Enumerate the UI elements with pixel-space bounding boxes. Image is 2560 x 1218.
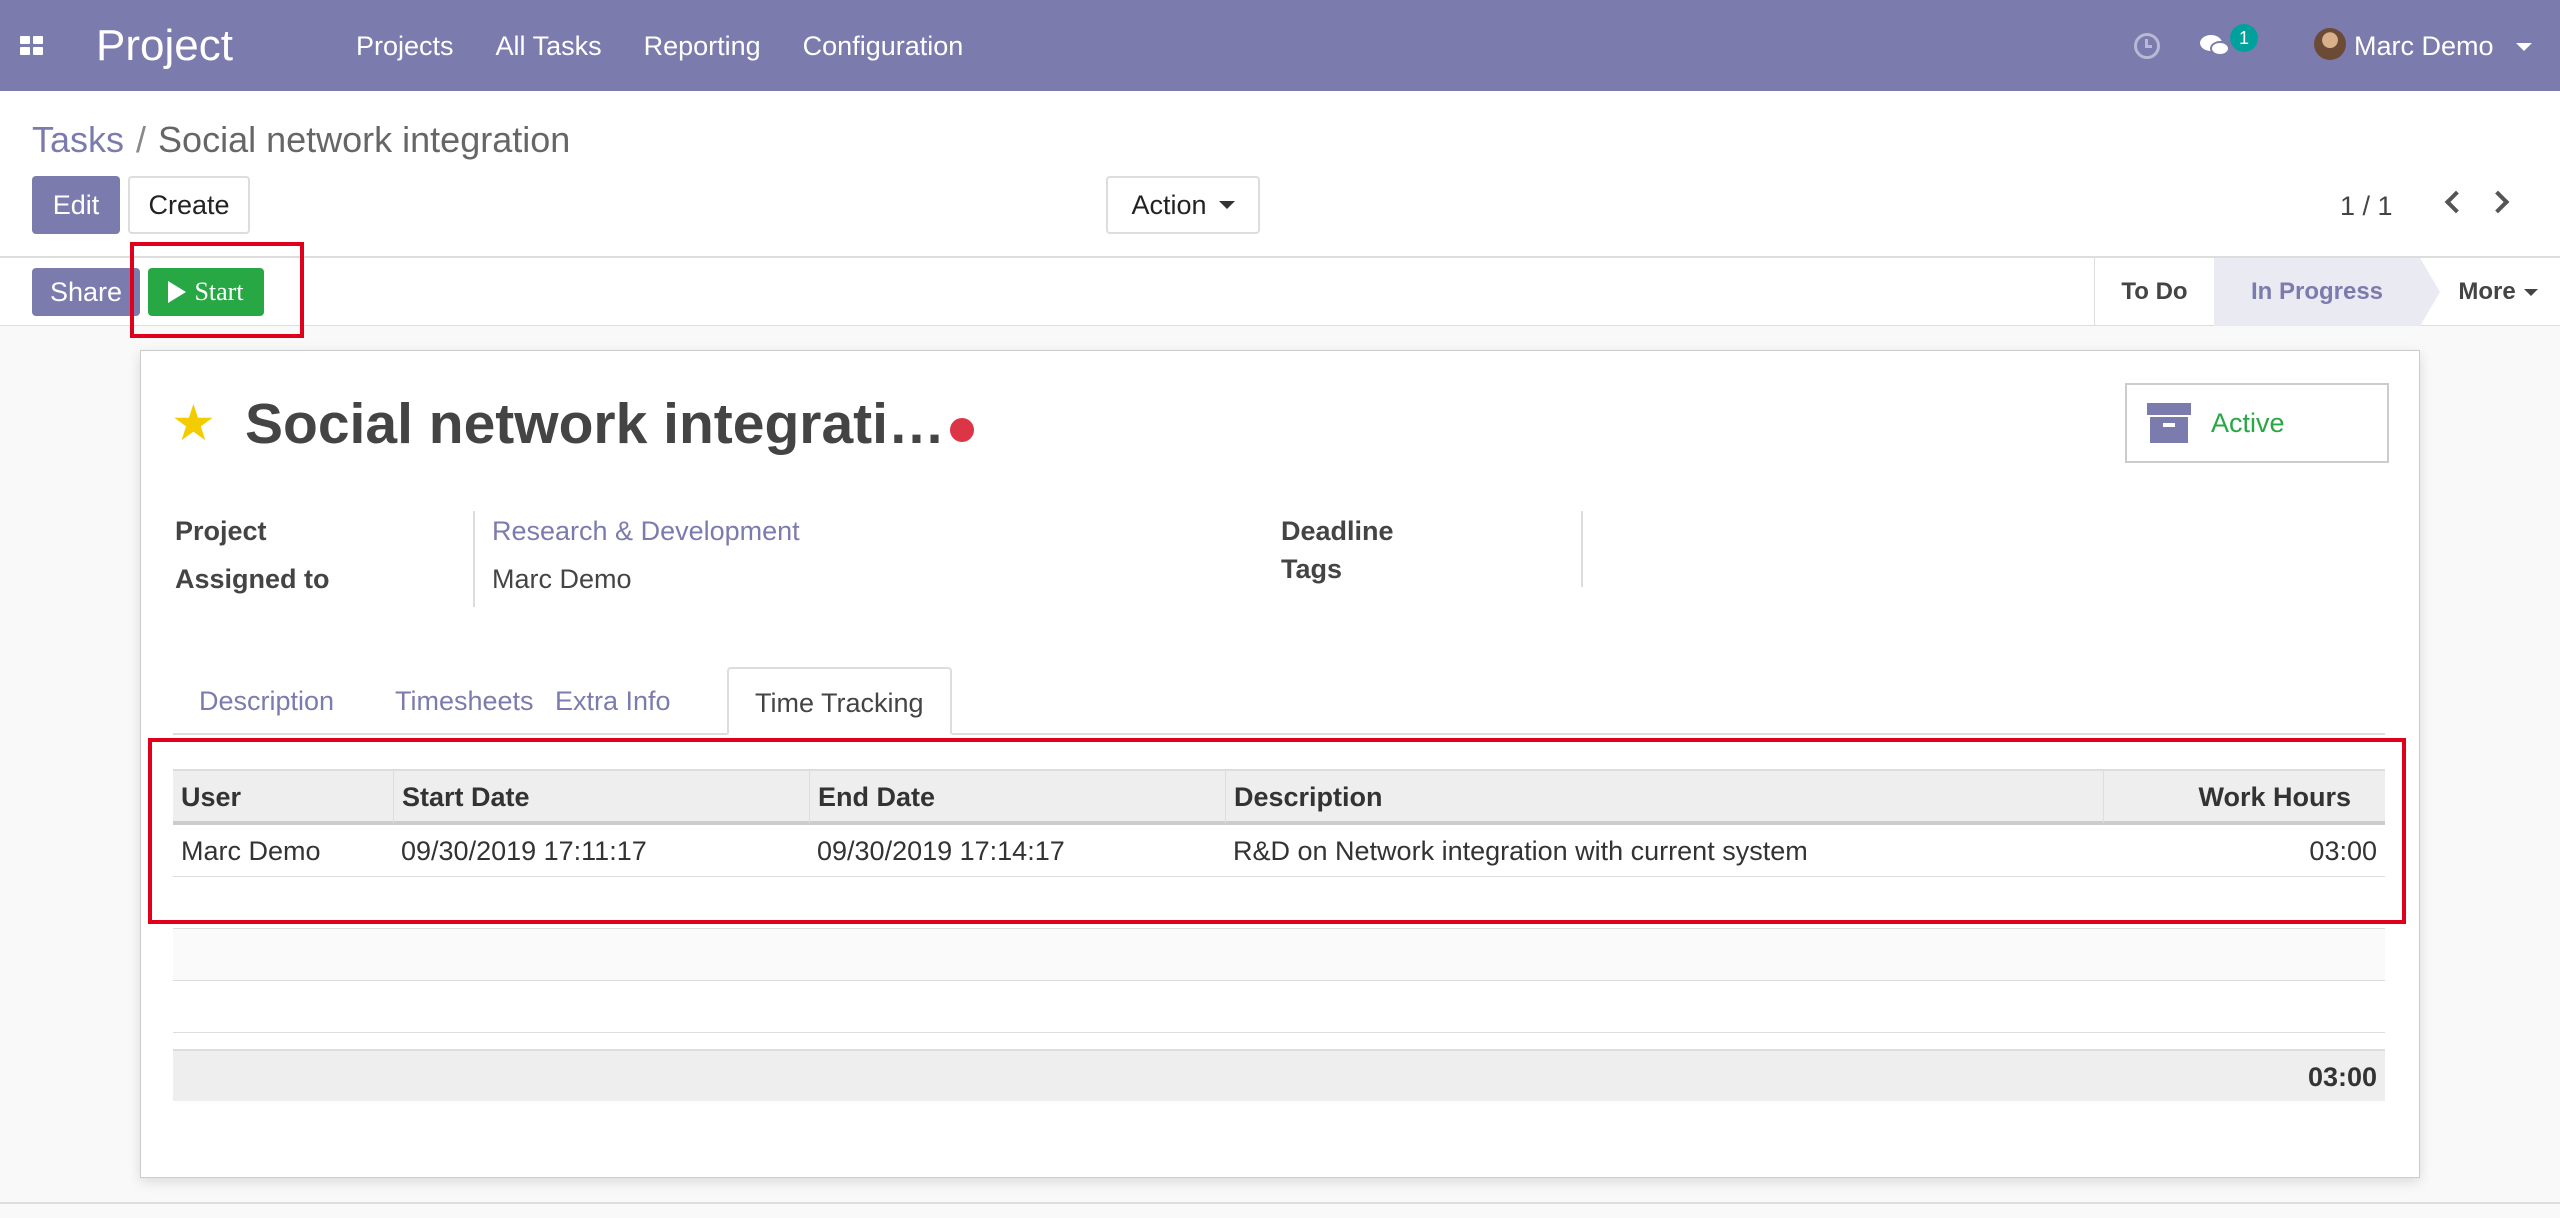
tags-label: Tags — [1281, 554, 1343, 584]
menu-item-projects[interactable]: Projects — [356, 28, 454, 64]
assigned-to-value[interactable]: Marc Demo — [492, 561, 632, 597]
pager-value[interactable]: 1 / 1 — [2340, 188, 2393, 224]
app-title: Project — [96, 21, 233, 70]
create-button[interactable]: Create — [128, 176, 250, 234]
messages-icon[interactable] — [2200, 33, 2230, 57]
stage-todo[interactable]: To Do — [2094, 258, 2214, 326]
caret-down-icon — [2523, 288, 2538, 296]
empty-row — [173, 929, 2385, 981]
divider — [0, 1202, 2560, 1204]
star-icon[interactable]: ★ — [171, 395, 216, 451]
field-separator — [1581, 511, 1583, 587]
chevron-left-icon[interactable] — [2444, 190, 2468, 214]
archive-toggle-button[interactable]: Active — [2125, 383, 2389, 463]
stage-divider — [2420, 258, 2440, 326]
user-menu-caret-icon[interactable] — [2516, 43, 2532, 51]
top-navbar: Project Projects All Tasks Reporting Con… — [0, 0, 2560, 91]
edit-button[interactable]: Edit — [32, 176, 120, 234]
archive-icon — [2147, 403, 2191, 443]
chevron-right-icon[interactable] — [2486, 190, 2510, 214]
stage-in-progress[interactable]: In Progress — [2214, 258, 2420, 326]
action-label: Action — [1131, 189, 1207, 220]
breadcrumb-tasks-link[interactable]: Tasks — [32, 119, 124, 160]
tab-description[interactable]: Description — [173, 667, 360, 735]
action-dropdown-button[interactable]: Action — [1106, 176, 1260, 234]
task-title: Social network integrati… — [245, 392, 945, 456]
apps-menu-icon[interactable] — [20, 36, 44, 56]
menu-item-all-tasks[interactable]: All Tasks — [496, 28, 602, 64]
breadcrumb-separator: / — [136, 119, 147, 160]
status-bar: Share Start To Do In Progress More — [0, 256, 2560, 326]
project-label: Project — [175, 516, 267, 546]
messages-count-badge: 1 — [2230, 24, 2258, 52]
stage-more-label: More — [2458, 278, 2516, 305]
breadcrumb-current: Social network integration — [158, 119, 571, 160]
tab-time-tracking[interactable]: Time Tracking — [727, 667, 952, 735]
assigned-to-label: Assigned to — [175, 564, 330, 594]
menu-item-reporting[interactable]: Reporting — [644, 28, 761, 64]
kanban-state-dot[interactable] — [950, 418, 974, 442]
highlight-box-start — [130, 242, 304, 338]
breadcrumb: Tasks / Social network integration — [32, 118, 570, 162]
user-menu[interactable]: Marc Demo — [2354, 28, 2494, 64]
deadline-label: Deadline — [1281, 516, 1394, 546]
share-button[interactable]: Share — [32, 268, 140, 316]
tab-extra-info[interactable]: Extra Info — [529, 667, 697, 735]
table-footer: 03:00 — [173, 1049, 2385, 1101]
notebook-tabs: Description Timesheets Extra Info Time T… — [173, 667, 2385, 735]
empty-row — [173, 981, 2385, 1033]
main-menu: Projects All Tasks Reporting Configurati… — [356, 28, 963, 64]
highlight-box-table — [148, 738, 2406, 924]
active-label: Active — [2211, 407, 2285, 438]
user-avatar[interactable] — [2314, 28, 2346, 60]
menu-item-configuration[interactable]: Configuration — [803, 28, 964, 64]
field-separator — [473, 511, 475, 607]
total-work-hours: 03:00 — [2307, 1062, 2377, 1092]
activity-clock-icon[interactable] — [2134, 33, 2160, 59]
project-link[interactable]: Research & Development — [492, 513, 800, 549]
caret-down-icon — [1218, 201, 1235, 209]
stage-more-dropdown[interactable]: More — [2448, 258, 2548, 326]
